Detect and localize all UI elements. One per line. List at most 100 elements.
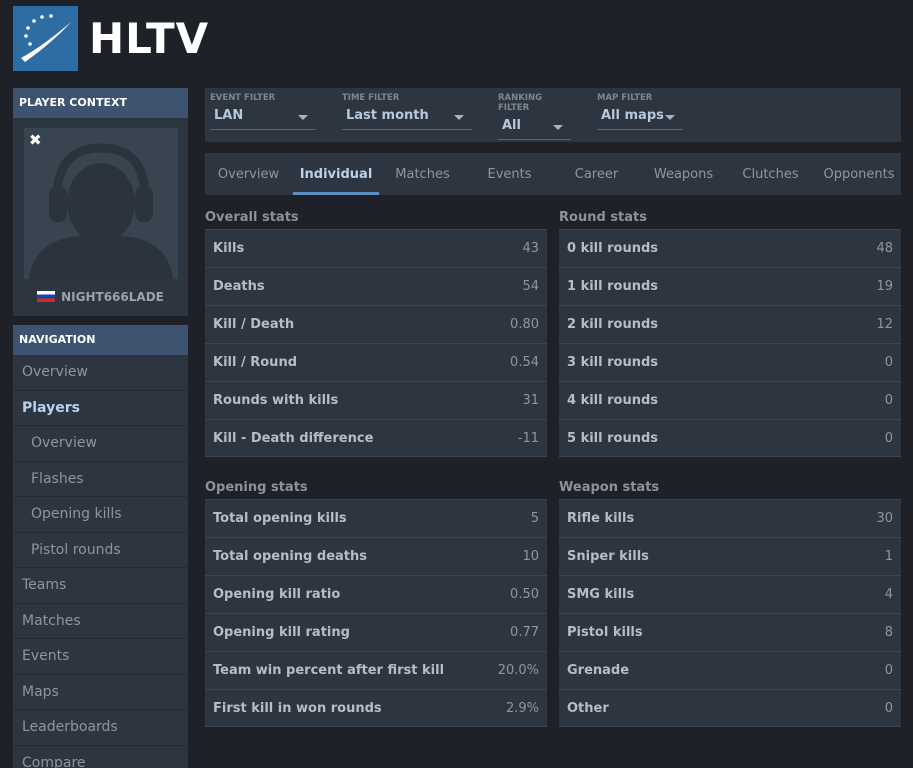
tab-overview[interactable]: Overview — [211, 153, 286, 195]
chevron-down-icon — [665, 115, 675, 120]
table-row: 0 kill rounds 48 — [559, 229, 901, 267]
stat-value: 0 — [884, 663, 893, 678]
table-row: SMG kills 4 — [559, 575, 901, 613]
filter-bar: EVENT FILTER LAN TIME FILTER Last month … — [205, 88, 901, 142]
table-row: 4 kill rounds 0 — [559, 381, 901, 419]
stat-value: 48 — [876, 241, 893, 256]
nav-item-overview[interactable]: Overview — [13, 355, 188, 391]
player-context-header: PLAYER CONTEXT — [13, 88, 188, 118]
stat-label: Sniper kills — [567, 549, 649, 564]
stat-value: 43 — [522, 241, 539, 256]
table-row: Other 0 — [559, 689, 901, 727]
table-row: Rounds with kills 31 — [205, 381, 547, 419]
stat-value: 19 — [876, 279, 893, 294]
stat-value: 0 — [884, 393, 893, 408]
nav-item-leaderboards[interactable]: Leaderboards — [13, 710, 188, 746]
table-row: Kill - Death difference -11 — [205, 419, 547, 457]
stat-value: 20.0% — [497, 663, 539, 678]
stat-label: Kill / Death — [213, 317, 295, 332]
stat-label: Opening kill ratio — [213, 587, 341, 602]
stat-value: 2.9% — [505, 700, 539, 716]
stat-label: Kill - Death difference — [213, 430, 374, 446]
stat-label: SMG kills — [567, 587, 635, 602]
time-filter: TIME FILTER Last month — [342, 88, 472, 130]
nav-item-teams[interactable]: Teams — [13, 568, 188, 604]
weapon-stats-table: Rifle kills 30 Sniper kills 1 SMG kills 4 P… — [559, 499, 901, 727]
logo-star-icon — [13, 6, 78, 71]
tab-weapons[interactable]: Weapons — [646, 153, 721, 195]
event-filter-label: EVENT FILTER — [210, 93, 276, 103]
map-filter: MAP FILTER All maps — [597, 88, 683, 130]
close-icon[interactable]: ✖ — [29, 131, 42, 149]
chevron-down-icon — [454, 115, 464, 120]
nav-subitem-opening-kills[interactable]: Opening kills — [13, 497, 188, 533]
ranking-filter-select[interactable]: All — [498, 118, 571, 140]
nav-subitem-players-overview[interactable]: Overview — [13, 426, 188, 462]
event-filter-select[interactable]: LAN — [210, 108, 316, 130]
stat-value: 0 — [884, 430, 893, 446]
map-filter-select[interactable]: All maps — [597, 108, 683, 130]
stat-value: 0 — [884, 700, 893, 716]
time-filter-select[interactable]: Last month — [342, 108, 472, 130]
time-filter-value: Last month — [346, 108, 429, 123]
map-filter-value: All maps — [601, 108, 664, 123]
stat-label: 0 kill rounds — [567, 241, 659, 256]
chevron-down-icon — [298, 115, 308, 120]
stat-label: Rounds with kills — [213, 393, 339, 408]
nav-subitem-pistol-rounds[interactable]: Pistol rounds — [13, 532, 188, 568]
tab-events[interactable]: Events — [472, 153, 547, 195]
table-row: 1 kill rounds 19 — [559, 267, 901, 305]
round-stats-table: 0 kill rounds 48 1 kill rounds 19 2 kill r… — [559, 229, 901, 457]
table-row: Total opening kills 5 — [205, 499, 547, 537]
stat-value: -11 — [517, 430, 539, 446]
stat-label: 4 kill rounds — [567, 393, 659, 408]
nav-subitem-flashes[interactable]: Flashes — [13, 461, 188, 497]
stats-tabs: Overview Individual Matches Events Caree… — [205, 153, 901, 196]
tab-opponents[interactable]: Opponents — [820, 153, 898, 195]
stat-label: 3 kill rounds — [567, 355, 659, 370]
stat-label: 5 kill rounds — [567, 430, 659, 446]
table-row: Kill / Round 0.54 — [205, 343, 547, 381]
nav-item-players[interactable]: Players — [13, 390, 188, 426]
nav-item-maps[interactable]: Maps — [13, 674, 188, 710]
nav-item-matches[interactable]: Matches — [13, 603, 188, 639]
table-row: 3 kill rounds 0 — [559, 343, 901, 381]
tab-individual[interactable]: Individual — [293, 153, 379, 195]
stat-value: 0.80 — [510, 317, 539, 332]
hltv-logo[interactable]: HLTV — [13, 6, 209, 71]
stat-value: 0.77 — [510, 625, 539, 640]
stat-label: Kill / Round — [213, 355, 297, 370]
player-context-panel: ✖ NIGHT666LADE — [13, 118, 188, 316]
tab-career[interactable]: Career — [559, 153, 634, 195]
player-name-text: NIGHT666LADE — [61, 290, 164, 304]
event-filter-value: LAN — [214, 108, 244, 123]
stat-value: 10 — [522, 549, 539, 564]
ranking-filter-label: RANKING FILTER — [498, 93, 543, 113]
opening-stats-table: Total opening kills 5 Total opening death… — [205, 499, 547, 727]
russia-flag-icon — [37, 291, 56, 302]
stat-value: 30 — [876, 511, 893, 526]
ranking-filter: RANKING FILTER All — [498, 88, 571, 140]
stat-value: 12 — [876, 317, 893, 332]
logo-text: HLTV — [89, 14, 210, 63]
nav-item-events[interactable]: Events — [13, 639, 188, 675]
stat-label: 1 kill rounds — [567, 279, 659, 294]
tab-clutches[interactable]: Clutches — [733, 153, 808, 195]
tab-matches[interactable]: Matches — [385, 153, 460, 195]
ranking-filter-value: All — [502, 118, 521, 133]
nav-item-compare[interactable]: Compare — [13, 745, 188, 768]
stat-value: 5 — [530, 511, 539, 526]
stat-value: 0.50 — [510, 587, 539, 602]
stat-label: Kills — [213, 241, 245, 256]
stat-label: 2 kill rounds — [567, 317, 659, 332]
stat-label: First kill in won rounds — [213, 700, 382, 716]
table-row: 2 kill rounds 12 — [559, 305, 901, 343]
stat-value: 8 — [884, 625, 893, 640]
overall-stats-title: Overall stats — [205, 210, 299, 225]
stat-label: Total opening deaths — [213, 549, 367, 564]
stat-value: 0 — [884, 355, 893, 370]
stat-value: 0.54 — [510, 355, 539, 370]
player-name[interactable]: NIGHT666LADE — [13, 290, 188, 304]
stat-label: Team win percent after first kill — [213, 663, 445, 678]
stat-value: 4 — [884, 587, 893, 602]
